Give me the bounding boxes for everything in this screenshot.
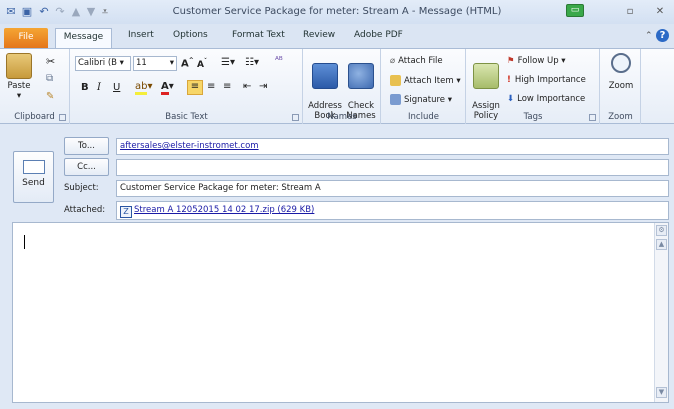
high-importance-button[interactable]: ! High Importance	[507, 75, 586, 85]
check-names-icon	[348, 63, 374, 89]
align-left-icon[interactable]: ≡	[187, 80, 203, 95]
scroll-down-icon[interactable]: ▼	[656, 387, 667, 398]
check-names-button[interactable]: Check Names	[344, 53, 378, 121]
magnifier-icon	[611, 53, 631, 73]
close-icon[interactable]: ✕	[651, 5, 669, 19]
attach-item-icon	[390, 75, 401, 86]
recipient-link[interactable]: aftersales@elster-instromet.com	[120, 141, 259, 151]
flag-icon: ⚑	[507, 56, 515, 66]
font-color-icon[interactable]: A▾	[161, 81, 174, 95]
names-group: Address Book Check Names Names	[304, 49, 381, 124]
vertical-scrollbar[interactable]: ⚙ ▲ ▼	[654, 223, 668, 402]
clipboard-group: Paste ▾ ✂ ⧉ ✎ Clipboard	[0, 49, 70, 124]
assign-policy-button[interactable]: Assign Policy	[470, 53, 502, 121]
assign-policy-icon	[473, 63, 499, 89]
zip-file-icon: Z	[120, 206, 132, 218]
paperclip-icon: ⌀	[390, 56, 396, 66]
tags-label: Tags	[523, 112, 543, 122]
scroll-up-icon[interactable]: ▲	[656, 239, 667, 250]
bold-button[interactable]: B	[81, 82, 89, 93]
copy-icon[interactable]: ⧉	[46, 73, 53, 84]
to-button[interactable]: To...	[64, 137, 109, 155]
low-importance-button[interactable]: ⬇ Low Importance	[507, 94, 585, 104]
address-book-icon	[312, 63, 338, 89]
ribbon: Paste ▾ ✂ ⧉ ✎ Clipboard Calibri (B ▾ 11 ▾…	[0, 48, 674, 124]
title-bar: ✉ ▣ ↶ ↷ ▲ ▼ ⩡ Customer Service Package f…	[0, 0, 674, 24]
basic-text-label: Basic Text	[165, 112, 208, 122]
zoom-group: Zoom Zoom	[601, 49, 641, 124]
italic-button[interactable]: I	[97, 82, 101, 93]
underline-button[interactable]: U	[113, 82, 120, 93]
text-cursor	[24, 235, 25, 249]
cut-icon[interactable]: ✂	[46, 55, 55, 68]
numbering-icon[interactable]: ☷▾	[245, 57, 259, 68]
bullets-icon[interactable]: ☰▾	[221, 57, 235, 68]
attach-item-button[interactable]: Attach Item ▾	[390, 75, 461, 86]
font-size-combo[interactable]: 11 ▾	[133, 56, 177, 71]
format-painter-icon[interactable]: ✎	[46, 91, 54, 102]
highlight-icon[interactable]: ab▾	[135, 81, 153, 95]
font-name-combo[interactable]: Calibri (B ▾	[75, 56, 131, 71]
send-icon	[22, 160, 45, 174]
attachment-link[interactable]: Stream A 12052015 14 02 17.zip (629 KB)	[134, 205, 314, 215]
attach-file-button[interactable]: ⌀ Attach File	[390, 56, 443, 66]
subject-field[interactable]: Customer Service Package for meter: Stre…	[116, 180, 669, 197]
names-label: Names	[327, 112, 357, 122]
decrease-indent-icon[interactable]: ⇤	[243, 81, 251, 92]
high-importance-icon: !	[507, 75, 511, 85]
tags-group: Assign Policy ⚑ Follow Up ▾ ! High Importa…	[467, 49, 600, 124]
zoom-button[interactable]: Zoom	[604, 53, 638, 91]
zoom-label: Zoom	[608, 112, 633, 122]
minimize-ribbon-icon[interactable]: ▭	[566, 4, 584, 17]
include-group: ⌀ Attach File Attach Item ▾ Signature ▾ I…	[382, 49, 466, 124]
shrink-font-icon[interactable]: Aˇ	[197, 58, 207, 70]
attached-label: Attached:	[64, 205, 106, 215]
align-right-icon[interactable]: ≡	[223, 81, 231, 92]
send-button[interactable]: Send	[13, 151, 54, 203]
basic-text-group: Calibri (B ▾ 11 ▾ A^ Aˇ ☰▾ ☷▾ ᴬᴮ B I U a…	[71, 49, 303, 124]
follow-up-button[interactable]: ⚑ Follow Up ▾	[507, 56, 566, 66]
subject-label: Subject:	[64, 183, 99, 193]
signature-icon	[390, 94, 401, 105]
attachment-field[interactable]: Z Stream A 12052015 14 02 17.zip (629 KB)	[116, 201, 669, 220]
low-importance-icon: ⬇	[507, 94, 515, 104]
ribbon-tabs: File Message Insert Options Format Text …	[0, 24, 674, 49]
styles-icon[interactable]: ᴬᴮ	[275, 56, 283, 66]
signature-button[interactable]: Signature ▾	[390, 94, 452, 105]
cc-button[interactable]: Cc...	[64, 158, 109, 176]
tags-launcher-icon[interactable]	[589, 114, 596, 121]
paste-button[interactable]: Paste ▾	[4, 53, 34, 101]
clipboard-launcher-icon[interactable]	[59, 114, 66, 121]
paste-icon	[6, 53, 32, 79]
restore-icon[interactable]: ▫	[621, 5, 639, 19]
basic-text-launcher-icon[interactable]	[292, 114, 299, 121]
align-center-icon[interactable]: ≡	[207, 81, 215, 92]
tab-insert[interactable]: Insert	[128, 30, 154, 40]
tab-review[interactable]: Review	[303, 30, 335, 40]
to-field[interactable]: aftersales@elster-instromet.com	[116, 138, 669, 155]
include-label: Include	[408, 112, 439, 122]
help-icon[interactable]: ?	[656, 29, 669, 42]
message-body[interactable]: ⚙ ▲ ▼	[12, 222, 669, 403]
ruler-toggle-icon[interactable]: ⚙	[656, 225, 667, 236]
increase-indent-icon[interactable]: ⇥	[259, 81, 267, 92]
tab-file[interactable]: File	[4, 28, 48, 48]
cc-field[interactable]	[116, 159, 669, 176]
tab-message[interactable]: Message	[55, 28, 112, 49]
tab-format-text[interactable]: Format Text	[232, 30, 285, 40]
address-book-button[interactable]: Address Book	[308, 53, 342, 121]
grow-font-icon[interactable]: A^	[181, 57, 194, 69]
tab-adobe-pdf[interactable]: Adobe PDF	[354, 30, 403, 40]
collapse-ribbon-icon[interactable]: ⌃	[645, 31, 653, 41]
tab-options[interactable]: Options	[173, 30, 208, 40]
